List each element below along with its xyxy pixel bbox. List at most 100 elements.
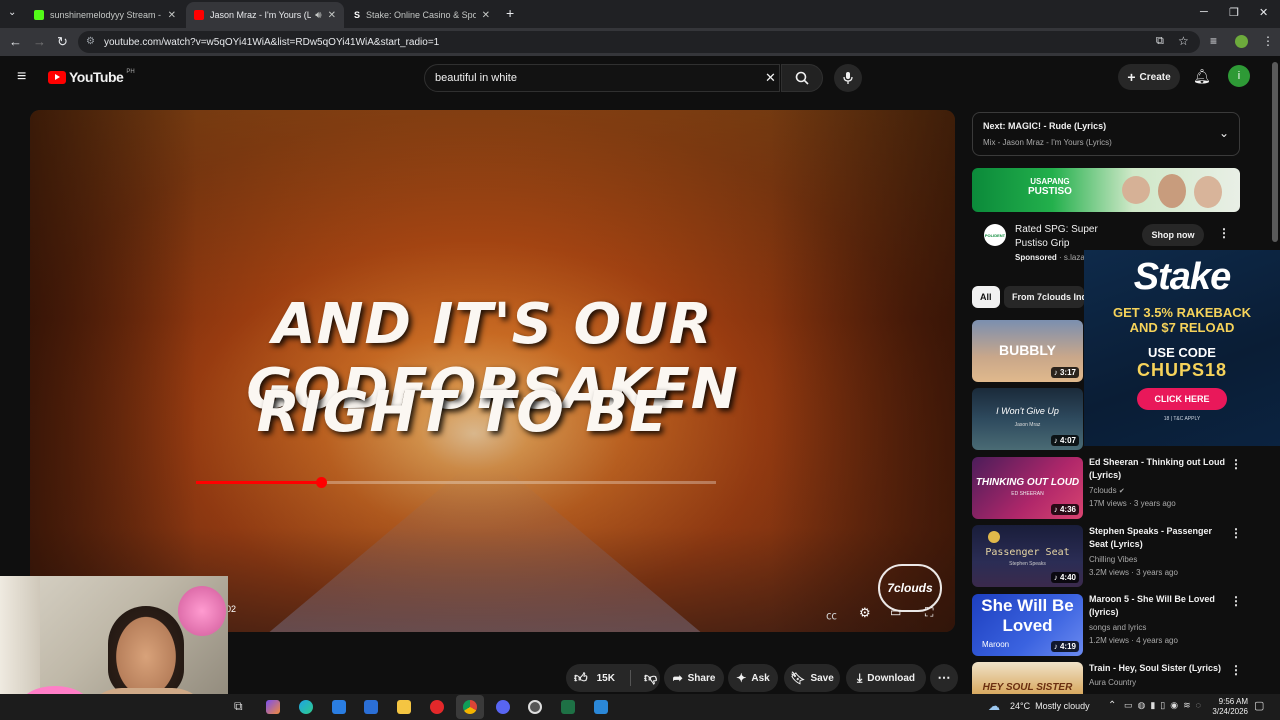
download-button[interactable]: ⤓ Download	[846, 664, 926, 692]
task-view-icon[interactable]: ⧉	[234, 699, 243, 714]
stake-click-here-button[interactable]: CLICK HERE	[1137, 388, 1227, 410]
video-player[interactable]: AND IT'S OUR GODFORSAKEN RIGHT TO BE 02 …	[30, 110, 955, 632]
share-button[interactable]: ➦ Share	[664, 664, 724, 692]
video-title[interactable]: Stephen Speaks - Passenger Seat (Lyrics)	[1089, 525, 1229, 551]
divider	[629, 670, 631, 686]
duration-text: 4:40	[1059, 573, 1076, 582]
outlook-icon[interactable]	[364, 700, 378, 714]
video-channel[interactable]: Chilling Vibes	[1089, 555, 1137, 564]
video-thumbnail[interactable]: Passenger Seat Stephen Speaks ♪ 4:40	[972, 525, 1083, 587]
edge-icon[interactable]	[299, 700, 313, 714]
tab-close-icon[interactable]: ✕	[482, 10, 490, 21]
youtube-logo[interactable]: YouTube PH	[48, 69, 135, 85]
file-explorer-icon[interactable]	[397, 700, 411, 714]
account-avatar[interactable]: i	[1228, 65, 1250, 87]
theater-mode-icon[interactable]: ▭	[890, 605, 901, 619]
youtube-play-logo-icon	[48, 70, 66, 84]
clock[interactable]: 9:56 AM 3/24/2026	[1200, 697, 1248, 717]
person-face	[108, 606, 184, 698]
shop-now-button[interactable]: Shop now	[1142, 224, 1204, 246]
back-icon[interactable]: ←	[9, 34, 22, 49]
more-actions-button[interactable]: ⋯	[930, 664, 958, 692]
url-text: youtube.com/watch?v=w5qOYi41WiA&list=RDw…	[104, 36, 440, 48]
tab-stake[interactable]: S Stake: Online Casino & Sports B ✕	[346, 2, 498, 28]
save-button[interactable]: 🔖︎ Save	[784, 664, 840, 692]
notifications-bell-icon[interactable]: 🔔︎	[1193, 68, 1211, 85]
chip-from-channel[interactable]: From 7clouds Ind	[1004, 286, 1084, 308]
restore-icon[interactable]: ❐	[1229, 6, 1239, 19]
window-close-icon[interactable]: ✕	[1259, 6, 1268, 19]
weather-text[interactable]: 24°C Mostly cloudy	[1010, 701, 1090, 711]
fullscreen-icon[interactable]: ⛶	[925, 605, 933, 620]
system-tray-icons[interactable]: ▭◍▮▯◉≋◌	[1124, 700, 1206, 711]
chevron-down-icon[interactable]: ⌄	[1219, 126, 1229, 140]
download-label: Download	[867, 672, 916, 684]
site-info-icon[interactable]: ⚙	[86, 36, 95, 47]
chip-all[interactable]: All	[972, 286, 1000, 308]
clear-search-icon[interactable]: ✕	[765, 70, 776, 86]
forward-icon[interactable]: →	[33, 34, 46, 49]
tab-search-icon[interactable]: ⌄	[8, 7, 16, 18]
video-thumbnail[interactable]: She Will Be Loved Maroon ♪ 4:19	[972, 594, 1083, 656]
video-channel[interactable]: 7clouds ✔	[1089, 486, 1125, 495]
video-more-icon[interactable]: ⋮	[1230, 526, 1242, 540]
notification-center-icon[interactable]: ▢	[1254, 699, 1264, 712]
like-count[interactable]: 15K	[597, 673, 615, 684]
duration-badge: ♪ 4:36	[1050, 504, 1079, 515]
ad-more-icon[interactable]: ⋮	[1218, 226, 1230, 240]
video-thumbnail[interactable]: HEY SOUL SISTER	[972, 662, 1083, 694]
video-title[interactable]: Train - Hey, Soul Sister (Lyrics)	[1089, 662, 1234, 675]
sponsored-label: Sponsored	[1015, 253, 1057, 262]
calculator-icon[interactable]	[561, 700, 575, 714]
chrome-icon[interactable]	[463, 700, 477, 714]
video-thumbnail[interactable]: THINKING OUT LOUD ED SHEERAN ♪ 4:36	[972, 457, 1083, 519]
media-control-icon[interactable]: ≡	[1210, 34, 1217, 48]
ask-button[interactable]: ✦ Ask	[728, 664, 778, 692]
tab-close-icon[interactable]: ✕	[328, 10, 336, 21]
tab-close-icon[interactable]: ✕	[168, 10, 176, 21]
thumbnail-text: HEY SOUL SISTER	[982, 682, 1073, 693]
opera-icon[interactable]	[430, 700, 444, 714]
video-thumbnail[interactable]: BUBBLY ♪ 3:17	[972, 320, 1083, 382]
minimize-icon[interactable]: ─	[1200, 6, 1208, 18]
page-scrollbar[interactable]	[1272, 62, 1278, 242]
app-icon[interactable]	[594, 700, 608, 714]
copilot-icon[interactable]	[266, 700, 280, 714]
thumbs-up-icon[interactable]: 👍︎	[574, 670, 588, 686]
settings-gear-icon[interactable]: ⚙	[859, 605, 871, 621]
tab-kick[interactable]: sunshinemelodyyy Stream - W ✕	[26, 2, 184, 28]
video-title[interactable]: Ed Sheeran - Thinking out Loud (Lyrics)	[1089, 456, 1229, 482]
create-button[interactable]: + Create	[1118, 64, 1180, 90]
video-more-icon[interactable]: ⋮	[1230, 457, 1242, 471]
bookmark-star-icon[interactable]: ☆	[1178, 34, 1189, 48]
video-meta: 17M views · 3 years ago	[1089, 499, 1176, 508]
video-title[interactable]: Maroon 5 - She Will Be Loved (lyrics)	[1089, 593, 1229, 619]
discord-icon[interactable]	[496, 700, 510, 714]
stake-overlay-ad[interactable]: Stake GET 3.5% RAKEBACK AND $7 RELOAD US…	[1084, 250, 1280, 446]
profile-icon[interactable]	[1235, 35, 1248, 48]
obs-icon[interactable]	[528, 700, 542, 714]
progress-scrubber[interactable]	[315, 477, 327, 488]
store-icon[interactable]	[332, 700, 346, 714]
thumbs-down-icon[interactable]: 👎︎	[644, 670, 657, 686]
reload-icon[interactable]: ↻	[57, 34, 68, 50]
youtube-favicon-icon	[194, 10, 204, 20]
up-next-card[interactable]: Next: MAGIC! - Rude (Lyrics) Mix - Jason…	[972, 112, 1240, 156]
chrome-menu-icon[interactable]: ⋮	[1262, 34, 1274, 48]
search-button[interactable]	[781, 64, 823, 92]
video-channel[interactable]: songs and lyrics	[1089, 623, 1146, 632]
speaker-icon[interactable]: 🔊︎	[315, 10, 321, 21]
captions-icon[interactable]: ㏄	[826, 607, 837, 623]
video-thumbnail[interactable]: I Won't Give Up Jason Mraz ♪ 4:07	[972, 388, 1083, 450]
hamburger-menu-icon[interactable]: ≡	[17, 68, 26, 86]
video-more-icon[interactable]: ⋮	[1230, 594, 1242, 608]
tray-chevron-icon[interactable]: ⌃	[1108, 700, 1116, 711]
search-input[interactable]: beautiful in white ✕	[424, 64, 780, 92]
new-tab-icon[interactable]: +	[506, 5, 514, 21]
install-app-icon[interactable]: ⧉	[1156, 35, 1164, 48]
tab-youtube[interactable]: Jason Mraz - I'm Yours (Lyri 🔊︎ ✕	[186, 2, 344, 28]
video-more-icon[interactable]: ⋮	[1230, 663, 1242, 677]
voice-search-button[interactable]	[834, 64, 862, 92]
video-channel[interactable]: Aura Country	[1089, 678, 1136, 687]
address-bar[interactable]: ⚙ youtube.com/watch?v=w5qOYi41WiA&list=R…	[78, 31, 1200, 53]
